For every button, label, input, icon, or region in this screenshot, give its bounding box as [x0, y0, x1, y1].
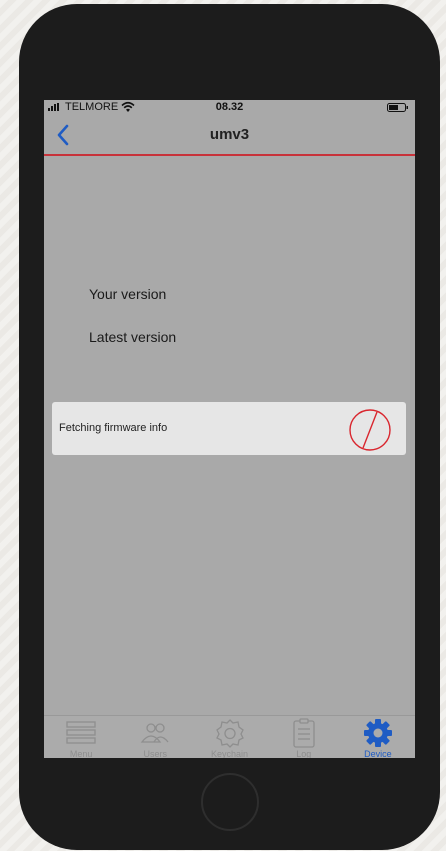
tab-label: Device [364, 749, 392, 758]
users-icon [140, 723, 169, 743]
app-screen: TELMORE 08.32 umv3 Your version Latest v… [44, 100, 415, 758]
keychain-icon [215, 719, 244, 748]
progress-dialog: Fetching firmware info [52, 402, 406, 455]
progress-message: Fetching firmware info [59, 422, 168, 434]
tab-label: Users [143, 749, 168, 758]
battery-icon [387, 103, 408, 112]
menu-icon [66, 721, 96, 744]
tab-keychain[interactable]: Keychain [192, 716, 266, 758]
status-time: 08.32 [215, 101, 244, 113]
tab-menu[interactable]: Menu [44, 716, 118, 758]
page-title: umv3 [209, 126, 250, 143]
tab-label: Menu [69, 749, 93, 758]
home-button[interactable] [201, 773, 259, 831]
status-bar: TELMORE 08.32 [44, 100, 415, 116]
tab-device[interactable]: Device [341, 716, 415, 758]
tab-label: Log [296, 749, 312, 758]
spinner-icon [349, 409, 391, 451]
log-icon [293, 718, 315, 748]
your-version-label: Your version [89, 286, 167, 302]
tab-bar: Menu Users Keychain Log Device [44, 715, 415, 758]
gear-icon [363, 719, 392, 747]
latest-version-label: Latest version [89, 329, 177, 345]
tab-users[interactable]: Users [118, 716, 192, 758]
tab-label: Keychain [210, 749, 249, 758]
navigation-bar: umv3 [44, 116, 415, 156]
tab-log[interactable]: Log [267, 716, 341, 758]
